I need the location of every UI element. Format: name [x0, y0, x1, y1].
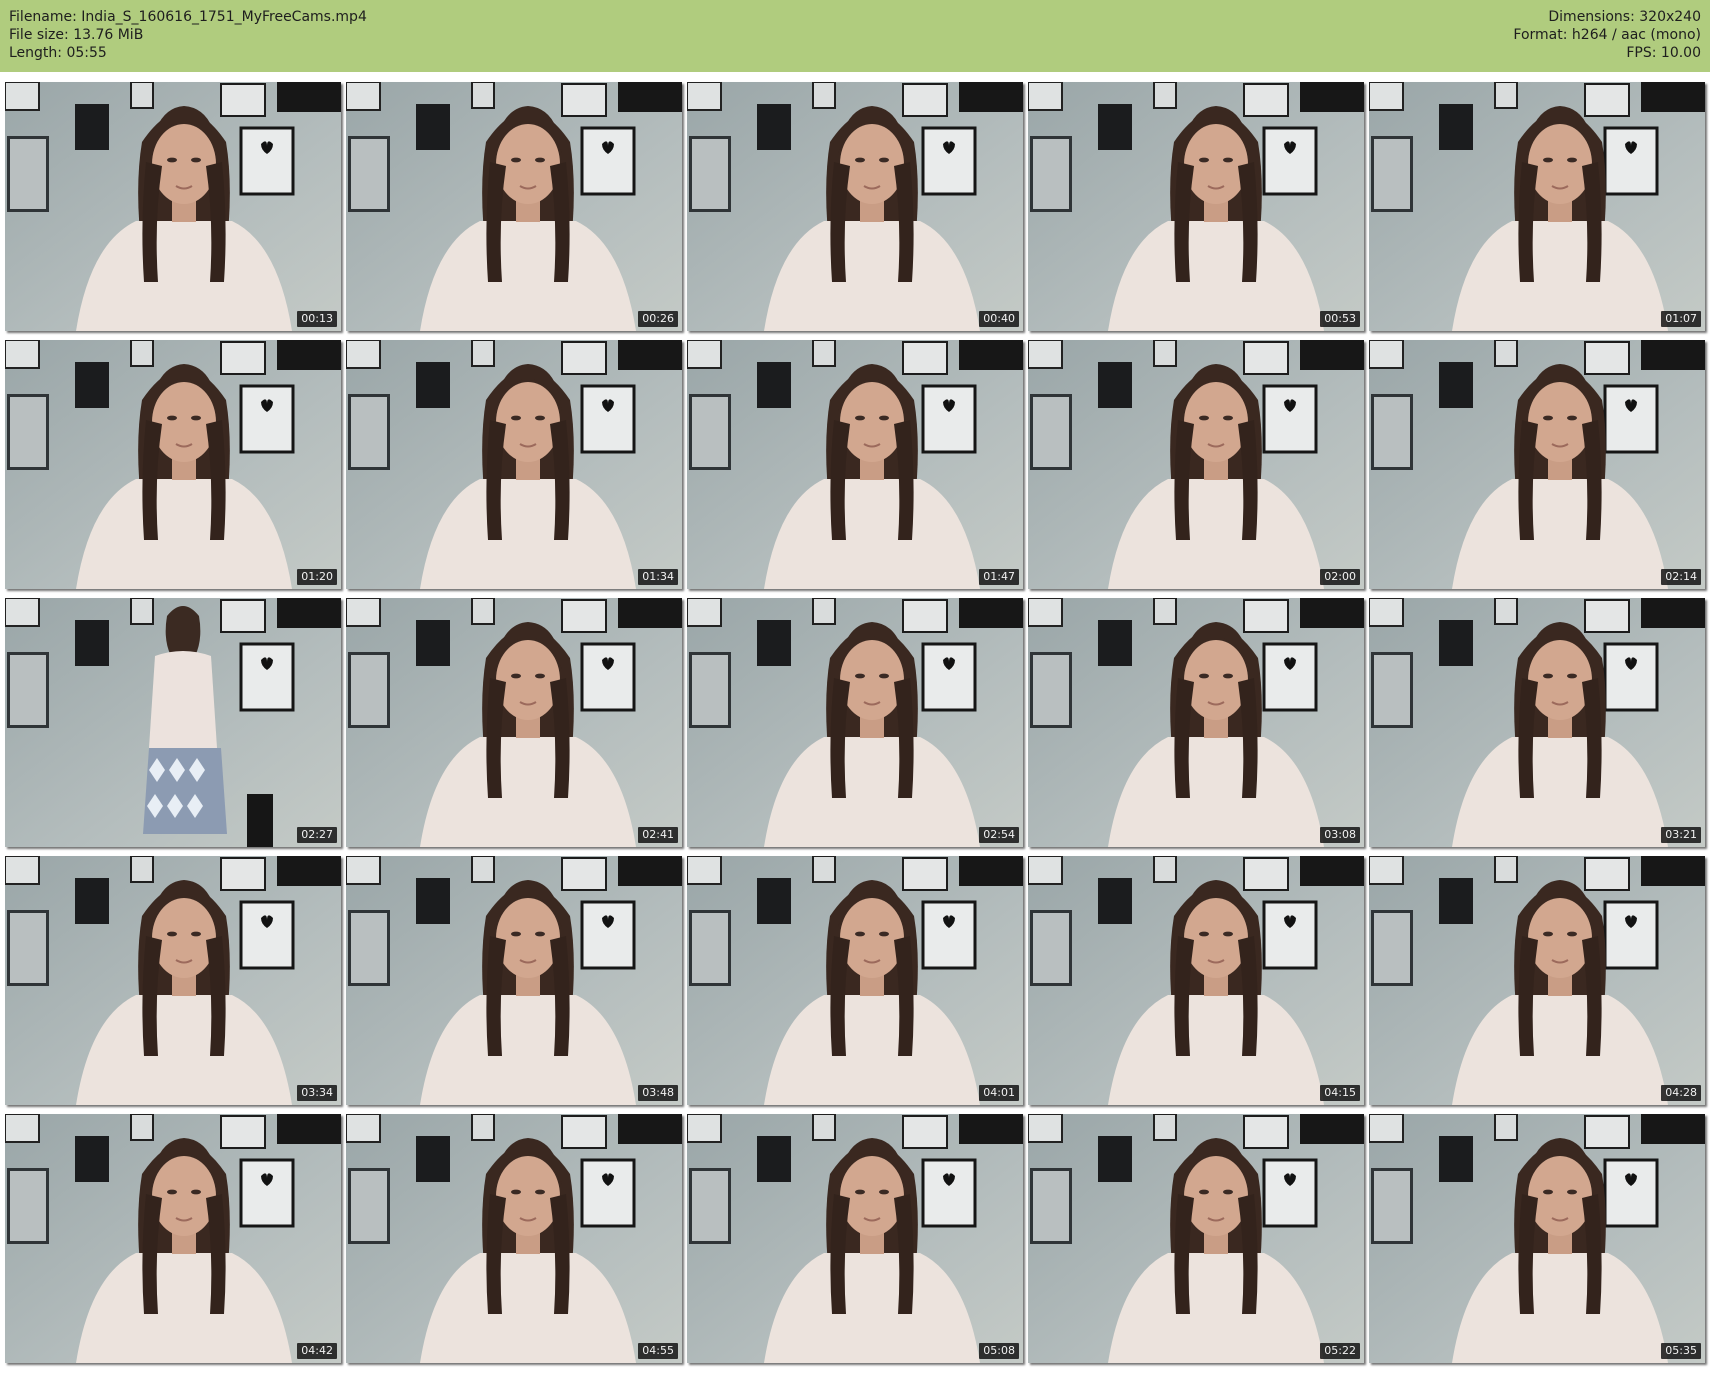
- video-frame-thumbnail: 05:08: [687, 1114, 1023, 1363]
- video-frame-thumbnail: 04:01: [687, 856, 1023, 1105]
- video-frame-thumbnail: 03:48: [346, 856, 682, 1105]
- frame-timestamp: 05:22: [1320, 1343, 1360, 1359]
- video-frame-thumbnail: 03:08: [1028, 598, 1364, 847]
- frame-image: [687, 856, 1023, 1105]
- frame-timestamp: 03:48: [638, 1085, 678, 1101]
- frame-timestamp: 00:40: [979, 311, 1019, 327]
- video-frame-thumbnail: 02:54: [687, 598, 1023, 847]
- frame-timestamp: 01:34: [638, 569, 678, 585]
- frame-image: [1369, 1114, 1705, 1363]
- frame-timestamp: 04:15: [1320, 1085, 1360, 1101]
- frame-image: [1369, 340, 1705, 589]
- frame-timestamp: 03:08: [1320, 827, 1360, 843]
- frame-image: [1369, 598, 1705, 847]
- frame-image: [1369, 82, 1705, 331]
- frame-image: [1028, 82, 1364, 331]
- thumbnail-grid: 00:13 00:26 00:40 00:53 01:07 01:20 01:34 01:47…: [0, 0, 1710, 1373]
- frame-timestamp: 04:01: [979, 1085, 1019, 1101]
- frame-image: [1369, 856, 1705, 1105]
- frame-timestamp: 03:34: [297, 1085, 337, 1101]
- video-frame-thumbnail: 02:14: [1369, 340, 1705, 589]
- frame-image: [346, 82, 682, 331]
- frame-timestamp: 00:26: [638, 311, 678, 327]
- frame-timestamp: 00:13: [297, 311, 337, 327]
- video-frame-thumbnail: 04:42: [5, 1114, 341, 1363]
- frame-image: [346, 856, 682, 1105]
- frame-image: [687, 598, 1023, 847]
- video-frame-thumbnail: 05:35: [1369, 1114, 1705, 1363]
- video-frame-thumbnail: 00:40: [687, 82, 1023, 331]
- video-frame-thumbnail: 01:07: [1369, 82, 1705, 331]
- frame-timestamp: 02:14: [1661, 569, 1701, 585]
- frame-timestamp: 03:21: [1661, 827, 1701, 843]
- frame-image: [5, 82, 341, 331]
- frame-timestamp: 04:55: [638, 1343, 678, 1359]
- frame-image: [687, 340, 1023, 589]
- video-frame-thumbnail: 02:41: [346, 598, 682, 847]
- video-frame-thumbnail: 00:26: [346, 82, 682, 331]
- video-frame-thumbnail: 02:27: [5, 598, 341, 847]
- video-frame-thumbnail: 01:20: [5, 340, 341, 589]
- frame-image: [5, 1114, 341, 1363]
- frame-timestamp: 04:28: [1661, 1085, 1701, 1101]
- video-frame-thumbnail: 04:28: [1369, 856, 1705, 1105]
- frame-timestamp: 05:08: [979, 1343, 1019, 1359]
- video-frame-thumbnail: 01:47: [687, 340, 1023, 589]
- video-frame-thumbnail: 04:55: [346, 1114, 682, 1363]
- frame-image: [5, 598, 341, 847]
- frame-timestamp: 01:47: [979, 569, 1019, 585]
- video-frame-thumbnail: 04:15: [1028, 856, 1364, 1105]
- frame-image: [687, 1114, 1023, 1363]
- video-frame-thumbnail: 01:34: [346, 340, 682, 589]
- video-frame-thumbnail: 00:13: [5, 82, 341, 331]
- frame-image: [5, 340, 341, 589]
- frame-image: [1028, 1114, 1364, 1363]
- frame-image: [346, 1114, 682, 1363]
- frame-image: [346, 340, 682, 589]
- video-frame-thumbnail: 00:53: [1028, 82, 1364, 331]
- video-frame-thumbnail: 05:22: [1028, 1114, 1364, 1363]
- frame-image: [687, 82, 1023, 331]
- video-frame-thumbnail: 03:34: [5, 856, 341, 1105]
- frame-image: [1028, 598, 1364, 847]
- frame-timestamp: 04:42: [297, 1343, 337, 1359]
- frame-image: [346, 598, 682, 847]
- frame-image: [1028, 340, 1364, 589]
- frame-timestamp: 00:53: [1320, 311, 1360, 327]
- frame-timestamp: 02:54: [979, 827, 1019, 843]
- frame-timestamp: 01:07: [1661, 311, 1701, 327]
- frame-timestamp: 02:27: [297, 827, 337, 843]
- frame-timestamp: 01:20: [297, 569, 337, 585]
- frame-image: [5, 856, 341, 1105]
- video-frame-thumbnail: 03:21: [1369, 598, 1705, 847]
- frame-timestamp: 05:35: [1661, 1343, 1701, 1359]
- video-frame-thumbnail: 02:00: [1028, 340, 1364, 589]
- frame-image: [1028, 856, 1364, 1105]
- frame-timestamp: 02:41: [638, 827, 678, 843]
- frame-timestamp: 02:00: [1320, 569, 1360, 585]
